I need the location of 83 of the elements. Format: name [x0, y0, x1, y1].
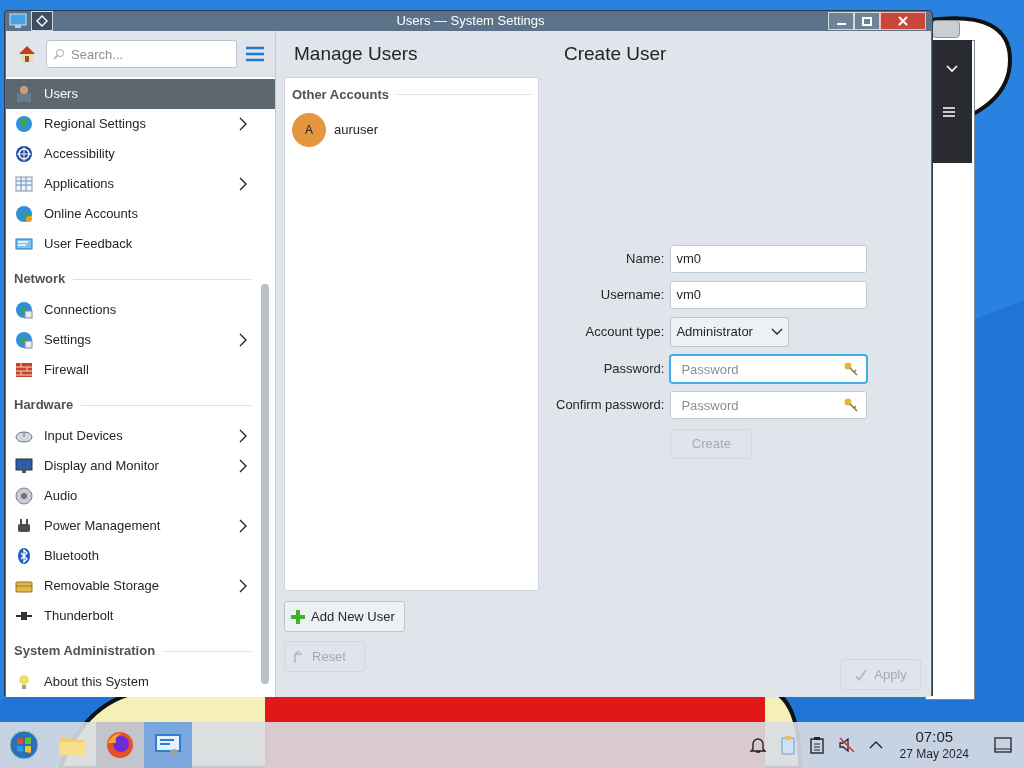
sidebar-item[interactable]: Online Accounts [6, 199, 275, 229]
globe-icon [14, 114, 34, 134]
sidebar-item[interactable]: User Feedback [6, 229, 275, 259]
speaker-icon [14, 486, 34, 506]
section-heading: Network [14, 270, 66, 289]
chevron-right-icon [239, 177, 247, 191]
text-field[interactable]: vm0 [670, 281, 868, 309]
plus-icon [290, 608, 306, 625]
section-heading: Hardware [14, 396, 74, 415]
chevron-right-icon [239, 519, 247, 533]
clipboard-icon[interactable] [808, 736, 825, 754]
sidebar-item[interactable]: Bluetooth [6, 541, 275, 571]
globe-icon [14, 204, 34, 224]
field-label: Password: [602, 360, 665, 379]
chevron-down-icon [771, 328, 784, 336]
chevron-right-icon [239, 579, 247, 593]
diamond-icon [36, 15, 48, 27]
sidebar-item[interactable]: Removable Storage [6, 571, 275, 601]
browser-icon [104, 729, 136, 761]
caret-up-icon[interactable] [868, 740, 883, 750]
sidebar-item[interactable]: Firewall [6, 355, 275, 385]
field-label: Name: [625, 250, 665, 269]
search-icon [53, 48, 65, 60]
brick-wall-icon [14, 360, 34, 380]
globe-icon [14, 330, 34, 350]
start-orb-icon [8, 729, 40, 761]
muted-speaker-icon[interactable] [837, 736, 856, 754]
chevron-down-icon[interactable] [945, 64, 959, 74]
close-button[interactable] [880, 12, 926, 30]
app-icon[interactable] [9, 13, 27, 29]
key-icon[interactable] [843, 397, 860, 413]
key-icon[interactable] [843, 361, 860, 377]
scrollbar[interactable] [261, 284, 269, 684]
taskbar-app[interactable] [144, 722, 192, 768]
avatar: A [292, 112, 326, 147]
sidebar-item[interactable]: Input Devices [6, 421, 275, 451]
sidebar-item[interactable]: Thunderbolt [6, 601, 275, 631]
field-label: Username: [599, 286, 665, 305]
sidebar-item[interactable]: Settings [6, 325, 275, 355]
page-heading: Manage Users [294, 41, 419, 66]
search-field[interactable]: Search... [46, 40, 237, 68]
monitor-icon [14, 456, 34, 476]
accessibility-icon [14, 144, 34, 164]
minimize-button[interactable] [828, 12, 854, 30]
users-icon [14, 84, 34, 104]
close-button[interactable] [932, 20, 960, 38]
text-field[interactable]: vm0 [670, 245, 868, 273]
clock-time[interactable]: 07:05 [915, 728, 954, 747]
password-field[interactable]: Password [670, 355, 868, 383]
password-field[interactable]: Password [670, 391, 868, 419]
close-icon [898, 16, 908, 26]
window-title: Users — System Settings [396, 12, 545, 31]
sidebar-item[interactable]: Power Management [6, 511, 275, 541]
bell-icon[interactable] [748, 736, 767, 754]
page-heading: Create User [564, 41, 667, 66]
sidebar-item[interactable]: Connections [6, 295, 275, 325]
section-heading: System Administration [14, 642, 156, 661]
sidebar-item[interactable]: Users [6, 79, 275, 109]
sidebar-item[interactable]: Accessibility [6, 139, 275, 169]
add-user-button[interactable]: Add New User [284, 601, 405, 632]
grid-icon [14, 174, 34, 194]
group-heading: Other Accounts [292, 86, 390, 104]
globe-icon [14, 300, 34, 320]
sidebar-item[interactable]: About this System [6, 667, 275, 697]
field-label: Account type: [584, 323, 665, 342]
clock-date[interactable]: 27 May 2024 [899, 746, 969, 762]
clipboard-icon[interactable] [779, 735, 796, 755]
field-label: Confirm password: [556, 396, 665, 415]
maximize-button[interactable] [854, 12, 880, 30]
chevron-right-icon [239, 333, 247, 347]
chevron-right-icon [239, 429, 247, 443]
sidebar-item[interactable]: Applications [6, 169, 275, 199]
account-name[interactable]: auruser [334, 119, 379, 140]
show-desktop-icon[interactable] [994, 737, 1012, 753]
account-type-dropdown[interactable]: Administrator [670, 317, 790, 347]
pin-button[interactable] [31, 11, 53, 31]
chevron-right-icon [239, 459, 247, 473]
sidebar-item[interactable]: Regional Settings [6, 109, 275, 139]
taskbar-app[interactable] [96, 722, 144, 768]
check-icon [854, 667, 869, 682]
chevron-right-icon [239, 117, 247, 131]
sidebar-item[interactable]: Display and Monitor [6, 451, 275, 481]
sidebar-item[interactable]: Audio [6, 481, 275, 511]
